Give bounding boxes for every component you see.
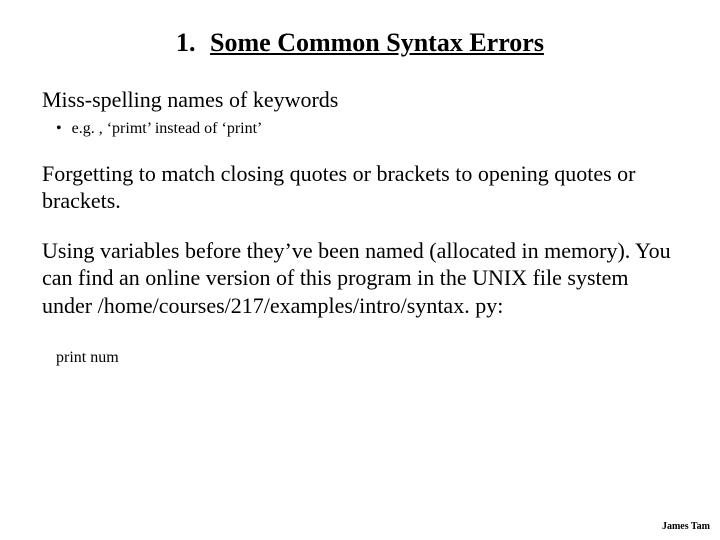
paragraph-quotes: Forgetting to match closing quotes or br… xyxy=(42,160,678,215)
heading-number: 1. xyxy=(176,28,196,58)
paragraph-misspelling: Miss-spelling names of keywords xyxy=(42,86,678,114)
heading-title: Some Common Syntax Errors xyxy=(210,28,544,57)
bullet-text: e.g. , ‘primt’ instead of ‘print’ xyxy=(72,120,263,137)
bullet-item: • e.g. , ‘primt’ instead of ‘print’ xyxy=(56,120,678,138)
code-sample: print num xyxy=(56,349,678,367)
paragraph-variables: Using variables before they’ve been name… xyxy=(42,237,678,320)
footer-author: James Tam xyxy=(662,521,710,532)
slide-heading: 1. Some Common Syntax Errors xyxy=(102,28,618,58)
bullet-marker: • xyxy=(56,120,62,138)
